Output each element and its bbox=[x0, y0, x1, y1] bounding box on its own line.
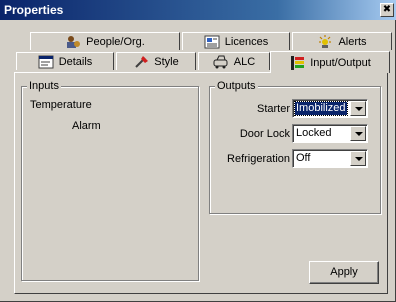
tab-label: Licences bbox=[224, 35, 269, 48]
door-lock-select[interactable]: Locked bbox=[292, 124, 368, 143]
input-item-alarm: Alarm bbox=[72, 120, 101, 132]
starter-select[interactable]: Imobilized bbox=[292, 99, 368, 118]
tab-input-output[interactable]: Input/Output bbox=[270, 51, 390, 73]
apply-button[interactable]: Apply bbox=[309, 261, 379, 284]
tab-alc[interactable]: ALC bbox=[198, 52, 270, 70]
outputs-group: Outputs Starter Imobilized Door Lock Loc… bbox=[209, 79, 381, 214]
inputs-legend: Inputs bbox=[27, 79, 61, 93]
starter-value: Imobilized bbox=[294, 101, 348, 116]
refrigeration-value: Off bbox=[296, 152, 311, 164]
alc-icon bbox=[213, 55, 229, 69]
starter-label: Starter bbox=[256, 103, 290, 115]
door-lock-label: Door Lock bbox=[239, 128, 290, 140]
refrigeration-label: Refrigeration bbox=[227, 153, 290, 165]
tab-details[interactable]: Details bbox=[16, 52, 114, 70]
tab-label: ALC bbox=[233, 55, 256, 68]
chevron-down-icon[interactable] bbox=[350, 101, 366, 116]
tab-label: Style bbox=[154, 55, 179, 68]
tab-label: Alerts bbox=[338, 35, 367, 48]
chevron-down-icon[interactable] bbox=[350, 151, 366, 166]
title-bar: Properties ✖ bbox=[0, 0, 396, 20]
door-lock-value: Locked bbox=[296, 127, 332, 139]
style-icon bbox=[133, 55, 149, 69]
tab-licences[interactable]: Licences bbox=[182, 32, 290, 50]
licences-icon bbox=[204, 35, 220, 49]
window-title: Properties bbox=[4, 3, 64, 17]
tab-people-org[interactable]: People/Org. bbox=[30, 32, 180, 50]
outputs-legend: Outputs bbox=[215, 79, 258, 93]
input-output-panel: Inputs Temperature Alarm Outputs Starter… bbox=[14, 72, 388, 294]
input-item-temperature: Temperature bbox=[30, 99, 92, 111]
details-icon bbox=[38, 55, 54, 69]
close-icon[interactable]: ✖ bbox=[380, 3, 394, 17]
refrigeration-select[interactable]: Off bbox=[292, 149, 368, 168]
people-org-icon bbox=[65, 35, 81, 49]
tab-label: People/Org. bbox=[86, 35, 145, 48]
tab-label: Details bbox=[58, 55, 93, 68]
inputs-group: Inputs Temperature Alarm bbox=[21, 79, 199, 281]
tab-alerts[interactable]: Alerts bbox=[292, 32, 392, 50]
input-output-icon bbox=[289, 55, 305, 70]
tab-label: Input/Output bbox=[310, 56, 371, 69]
alerts-icon bbox=[317, 34, 333, 49]
tab-style[interactable]: Style bbox=[116, 52, 196, 70]
chevron-down-icon[interactable] bbox=[350, 126, 366, 141]
properties-window: Properties ✖ People/Org. Licences Alerts… bbox=[0, 0, 396, 302]
